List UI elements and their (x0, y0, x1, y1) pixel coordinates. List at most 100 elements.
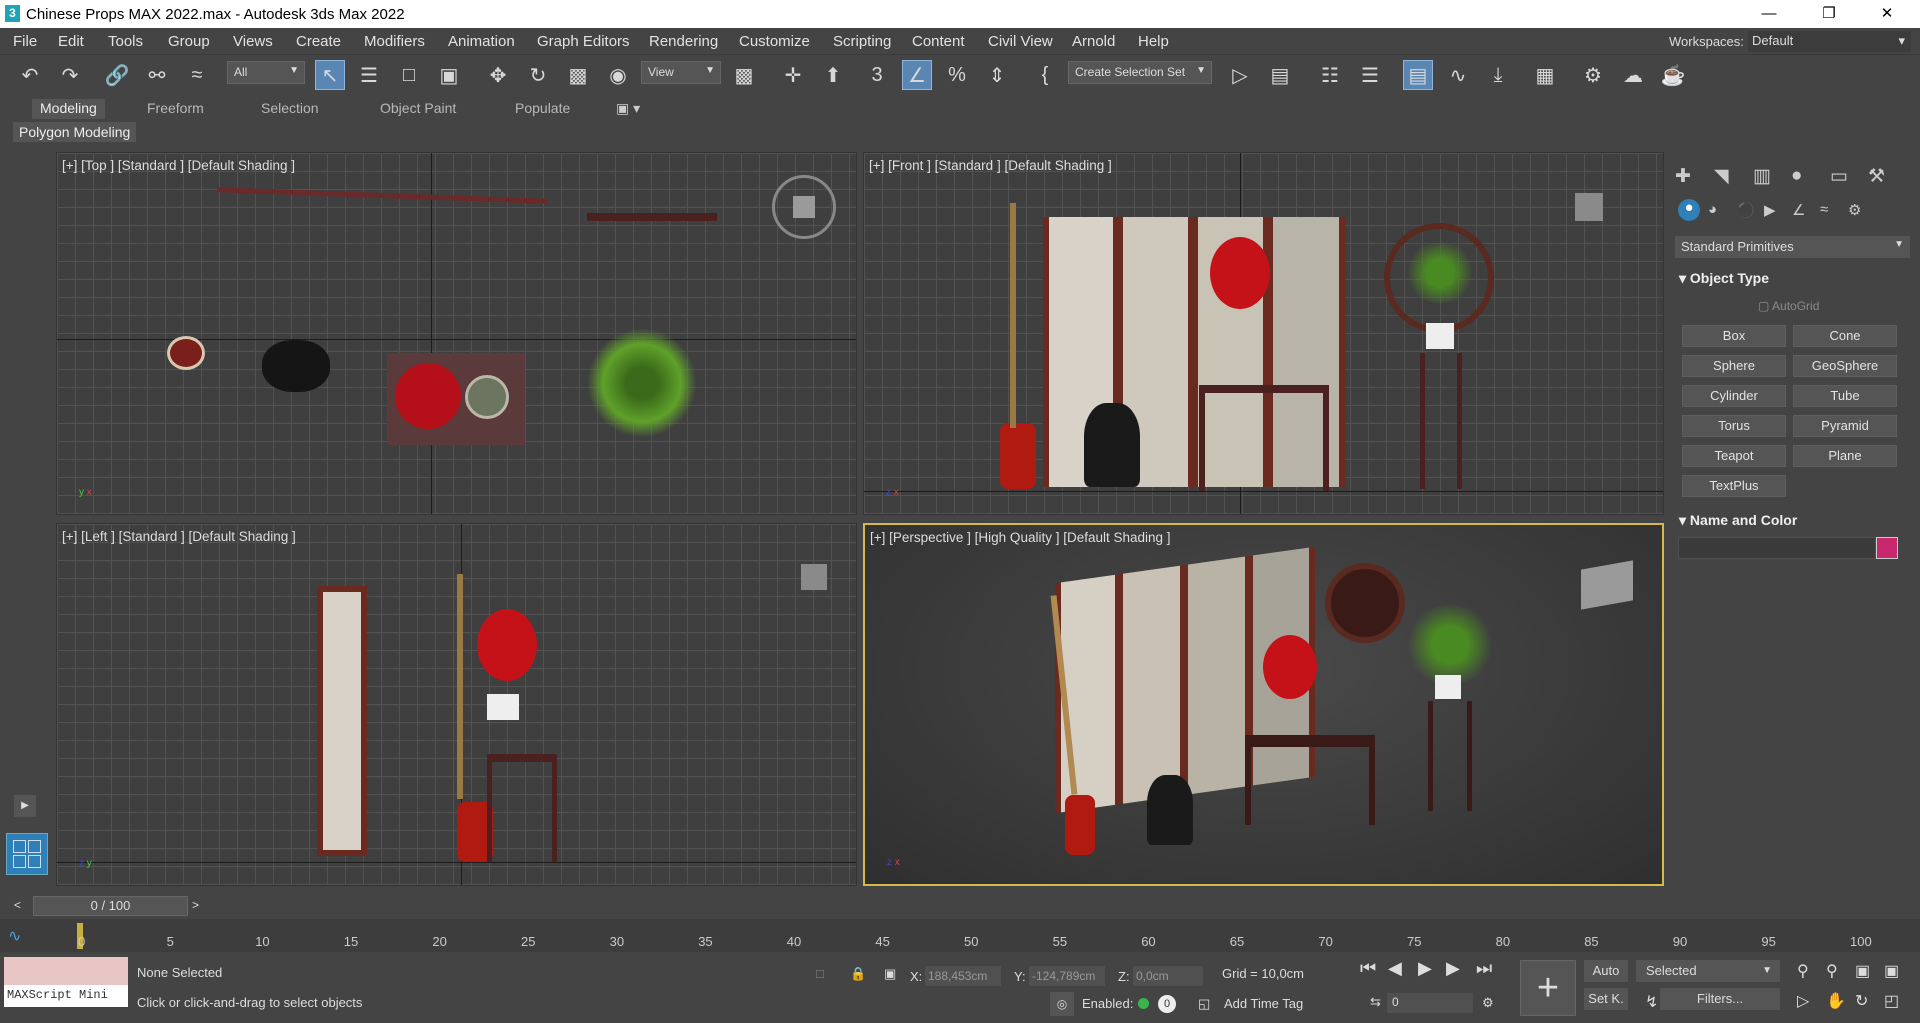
time-slider[interactable]: 0 / 100 (33, 896, 188, 916)
teapot-button[interactable]: Teapot (1682, 445, 1786, 467)
layer-explorer-icon[interactable]: ☰ (1355, 60, 1385, 90)
viewport-top[interactable]: [+] [Top ] [Standard ] [Default Shading … (56, 152, 857, 515)
utilities-tab-icon[interactable]: ⚒ (1868, 165, 1885, 188)
cone-button[interactable]: Cone (1793, 325, 1897, 347)
zoom-icon[interactable]: ⚲ (1797, 961, 1809, 981)
link-icon[interactable]: 🔗 (102, 60, 132, 90)
plane-button[interactable]: Plane (1793, 445, 1897, 467)
absolute-mode-icon[interactable]: ▣ (884, 966, 896, 982)
selection-filter-dropdown[interactable]: All ▼ (227, 61, 305, 84)
window-crossing-icon[interactable]: ▣ (434, 60, 464, 90)
redo-icon[interactable]: ↷ (55, 60, 85, 90)
object-type-rollout[interactable]: ▾ Object Type (1673, 267, 1910, 289)
cylinder-button[interactable]: Cylinder (1682, 385, 1786, 407)
place-icon[interactable]: ◉ (603, 60, 633, 90)
menu-scripting[interactable]: Scripting (833, 33, 891, 50)
next-frame-icon[interactable]: > (192, 898, 199, 912)
filters-button[interactable]: Filters... (1660, 988, 1780, 1010)
key-mode-icon[interactable]: ⇆ (1370, 994, 1381, 1010)
menu-tools[interactable]: Tools (108, 33, 143, 50)
pivot-center-icon[interactable]: ▩ (729, 60, 759, 90)
time-ruler[interactable]: ∿ 0 5 10 15 20 25 30 35 40 45 50 55 60 65 70 75 80 85 90 95… (0, 919, 1920, 952)
geometry-icon[interactable]: ● (1678, 199, 1700, 221)
viewcube-icon[interactable] (793, 196, 815, 218)
menu-views[interactable]: Views (233, 33, 273, 50)
torus-button[interactable]: Torus (1682, 415, 1786, 437)
rendered-frame-window-icon[interactable]: ☁ (1618, 60, 1648, 90)
tab-freeform[interactable]: Freeform (139, 99, 212, 119)
scale-icon[interactable]: ▩ (563, 60, 593, 90)
maxscript-output[interactable] (4, 957, 128, 985)
viewport-layout-icon[interactable] (6, 833, 48, 875)
geosphere-button[interactable]: GeoSphere (1793, 355, 1897, 377)
lights-icon[interactable]: ⚫ (1736, 201, 1755, 219)
create-selection-set-dropdown[interactable]: Create Selection Set ▼ (1068, 61, 1212, 84)
menu-content[interactable]: Content (912, 33, 965, 50)
menu-customize[interactable]: Customize (739, 33, 810, 50)
prev-frame-icon[interactable]: < (14, 898, 21, 912)
auto-key-button[interactable]: Auto (1584, 960, 1628, 982)
expand-arrow-icon[interactable]: ▶ (14, 795, 36, 817)
viewcube-icon[interactable] (1575, 193, 1603, 221)
close-button[interactable]: ✕ (1864, 0, 1910, 28)
space-warps-icon[interactable]: ≈ (1820, 201, 1828, 218)
pyramid-button[interactable]: Pyramid (1793, 415, 1897, 437)
rotate-icon[interactable]: ↻ (523, 60, 553, 90)
menu-rendering[interactable]: Rendering (649, 33, 718, 50)
render-setup-icon[interactable]: ⚙ (1578, 60, 1608, 90)
display-tab-icon[interactable]: ▭ (1830, 165, 1848, 188)
select-by-name-icon[interactable]: ☰ (354, 60, 384, 90)
viewport-label[interactable]: [+] [Front ] [Standard ] [Default Shadin… (869, 158, 1112, 173)
menu-arnold[interactable]: Arnold (1072, 33, 1115, 50)
shapes-icon[interactable]: ◕ (1708, 201, 1717, 218)
current-frame-field[interactable]: 0 (1387, 993, 1473, 1013)
z-coordinate-field[interactable]: 0,0cm (1133, 966, 1203, 986)
unlink-icon[interactable]: ⚯ (142, 60, 172, 90)
pan-hand-icon[interactable]: ✋ (1826, 991, 1846, 1011)
material-editor-icon[interactable]: ▦ (1530, 60, 1560, 90)
previous-frame-icon[interactable]: ◀ (1388, 958, 1402, 979)
viewport-front[interactable]: [+] [Front ] [Standard ] [Default Shadin… (863, 152, 1664, 515)
restore-button[interactable]: ❐ (1806, 0, 1852, 28)
tag-icon[interactable]: ◱ (1198, 996, 1210, 1012)
time-tag-counter-icon[interactable]: 0 (1158, 995, 1176, 1013)
object-category-dropdown[interactable]: Standard Primitives ▼ (1675, 236, 1910, 258)
object-color-swatch[interactable] (1876, 537, 1898, 559)
viewport-label[interactable]: [+] [Left ] [Standard ] [Default Shading… (62, 529, 296, 544)
polygon-modeling-button[interactable]: Polygon Modeling (13, 122, 137, 142)
zoom-all-icon[interactable]: ⚲ (1826, 961, 1838, 981)
ribbon-options-icon[interactable]: ▣ ▾ (608, 99, 648, 119)
viewcube-icon[interactable] (1581, 560, 1633, 610)
set-key-button[interactable]: Set K. (1584, 988, 1628, 1010)
viewport-label[interactable]: [+] [Perspective ] [High Quality ] [Defa… (870, 530, 1171, 545)
undo-icon[interactable]: ↶ (15, 60, 45, 90)
tab-object-paint[interactable]: Object Paint (372, 99, 464, 119)
select-manipulate-icon[interactable]: ✛ (778, 60, 808, 90)
bind-space-warp-icon[interactable]: ≈ (182, 60, 212, 90)
sphere-button[interactable]: Sphere (1682, 355, 1786, 377)
scene-explorer-icon[interactable]: ☷ (1315, 60, 1345, 90)
workspaces-select[interactable]: Default ▾ (1748, 31, 1911, 52)
mirror-icon[interactable]: ▷ (1225, 60, 1255, 90)
lock-icon[interactable]: 🔒 (850, 966, 866, 982)
menu-animation[interactable]: Animation (448, 33, 515, 50)
time-configuration-icon[interactable]: ⚙ (1482, 995, 1494, 1011)
field-of-view-icon[interactable]: ▷ (1797, 991, 1809, 1011)
orbit-icon[interactable]: ↻ (1855, 991, 1868, 1011)
x-coordinate-field[interactable]: 188,453cm (925, 966, 1001, 986)
menu-civil-view[interactable]: Civil View (988, 33, 1053, 50)
key-filter-dropdown[interactable]: Selected ▼ (1636, 960, 1780, 982)
systems-icon[interactable]: ⚙ (1848, 201, 1861, 219)
go-to-start-icon[interactable]: ⏮ (1360, 958, 1376, 979)
minimize-button[interactable]: — (1746, 0, 1792, 28)
rectangular-selection-icon[interactable]: □ (394, 60, 424, 90)
helpers-icon[interactable]: ∠ (1792, 201, 1805, 219)
box-button[interactable]: Box (1682, 325, 1786, 347)
set-key-plus-icon[interactable]: + (1520, 960, 1576, 1016)
textplus-button[interactable]: TextPlus (1682, 475, 1786, 497)
menu-graph-editors[interactable]: Graph Editors (537, 33, 630, 50)
angle-snap-icon[interactable]: ∠ (902, 60, 932, 90)
enabled-indicator-icon[interactable] (1138, 998, 1149, 1009)
keyboard-shortcut-override-icon[interactable]: ⬆ (818, 60, 848, 90)
zoom-extents-icon[interactable]: ▣ (1855, 961, 1870, 981)
